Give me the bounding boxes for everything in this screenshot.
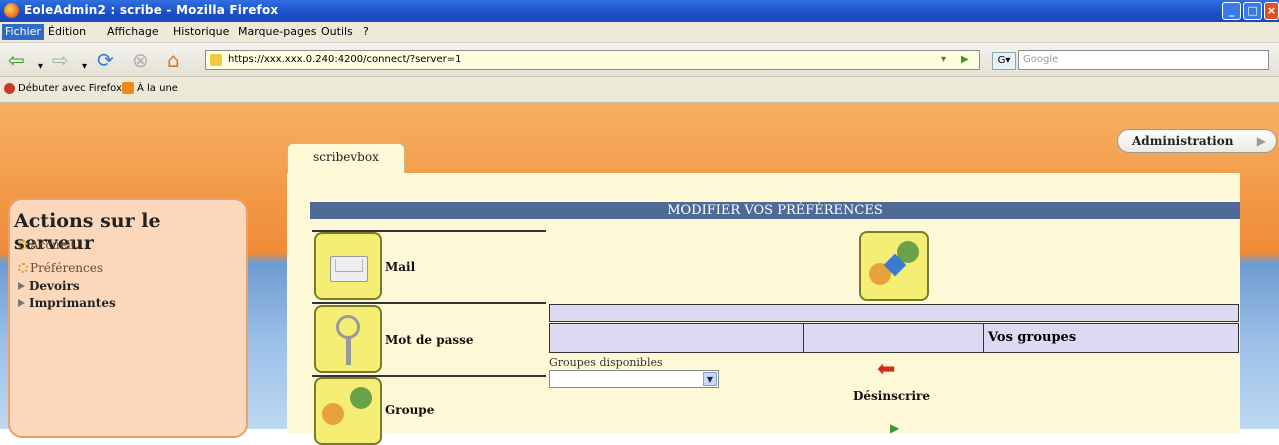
search-placeholder: Google (1023, 54, 1059, 65)
tab-scribevbox[interactable]: scribevbox (287, 143, 405, 173)
administration-button[interactable]: Administration ▶ (1117, 129, 1277, 153)
chevron-down-icon: ▼ (703, 372, 717, 386)
group-large-icon (859, 231, 929, 301)
group-label[interactable]: Groupe (385, 403, 434, 417)
menu-historique[interactable]: Historique (173, 25, 229, 38)
rss-icon (122, 82, 134, 94)
maximize-button[interactable]: □ (1243, 2, 1262, 20)
menu-help[interactable]: ? (363, 25, 369, 38)
administration-label: Administration (1132, 134, 1234, 148)
window-title: EoleAdmin2 : scribe - Mozilla Firefox (24, 3, 279, 17)
bookmark-debuter[interactable]: Débuter avec Firefox (18, 83, 122, 94)
chevron-right-icon: ▶ (1256, 134, 1266, 148)
mail-button[interactable] (314, 232, 382, 300)
table-cell (550, 324, 804, 352)
firefox-logo-icon (4, 3, 19, 18)
window-titlebar: EoleAdmin2 : scribe - Mozilla Firefox _ … (0, 0, 1279, 22)
menu-marque-pages[interactable]: Marque-pages (238, 25, 316, 38)
bookmark-a-la-une[interactable]: À la une (137, 83, 178, 94)
menu-bar: Fichier Édition Affichage Historique Mar… (0, 22, 1279, 43)
bookmarks-toolbar: Débuter avec Firefox À la une (0, 77, 1279, 103)
menu-edition[interactable]: Édition (48, 25, 86, 38)
close-button[interactable]: × (1264, 2, 1279, 20)
nav-devoirs[interactable]: Devoirs (18, 279, 80, 293)
password-button[interactable] (314, 305, 382, 373)
minimize-button[interactable]: _ (1222, 2, 1241, 20)
page-content: Administration ▶ Actions sur le serveur … (0, 103, 1279, 445)
vos-groupes-header: Vos groupes (988, 330, 1077, 345)
mail-label[interactable]: Mail (385, 260, 415, 274)
nav-preferences-label: Préférences (30, 261, 104, 275)
back-dropdown-icon[interactable]: ▾ (38, 56, 43, 78)
menu-fichier[interactable]: Fichier (2, 24, 44, 40)
keys-icon (336, 315, 360, 339)
search-input[interactable]: Google (1018, 50, 1269, 70)
server-actions-panel: Actions sur le serveur Accueil Préférenc… (8, 198, 248, 438)
url-dropdown-icon[interactable]: ▾ (941, 51, 946, 69)
divider (312, 302, 546, 304)
bookmark-firefox-icon (4, 83, 15, 94)
forward-dropdown-icon[interactable]: ▾ (82, 56, 87, 78)
expand-icon (18, 299, 25, 307)
nav-devoirs-label: Devoirs (29, 279, 80, 293)
nav-accueil-label: Accueil (30, 238, 75, 252)
envelope-icon (330, 256, 368, 282)
menu-affichage[interactable]: Affichage (107, 25, 159, 38)
groupes-disponibles-label: Groupes disponibles (549, 356, 663, 369)
navigation-toolbar: ⇦ ▾ ⇨ ▾ ⟳ ⊗ ⌂ https://xxx.xxx.0.240:4200… (0, 43, 1279, 77)
menu-outils[interactable]: Outils (321, 25, 353, 38)
url-text: https://xxx.xxx.0.240:4200/connect/?serv… (228, 54, 462, 65)
groups-table-header (549, 304, 1239, 322)
table-cell (804, 324, 984, 352)
url-bar[interactable]: https://xxx.xxx.0.240:4200/connect/?serv… (205, 50, 980, 70)
group-button[interactable] (314, 377, 382, 445)
groups-table-row: Vos groupes (549, 323, 1239, 353)
reload-icon[interactable]: ⟳ (97, 49, 114, 71)
forward-icon[interactable]: ⇨ (52, 49, 69, 71)
expand-icon (18, 282, 25, 290)
desinscrire-label[interactable]: Désinscrire (853, 389, 930, 403)
page-banner: MODIFIER VOS PRÉFÉRENCES (310, 202, 1240, 219)
sun-icon (18, 263, 28, 273)
home-icon[interactable]: ⌂ (167, 49, 180, 71)
nav-preferences[interactable]: Préférences (18, 261, 103, 275)
go-icon[interactable]: ▶ (961, 51, 969, 69)
nav-accueil[interactable]: Accueil (18, 238, 75, 252)
sun-icon (18, 240, 28, 250)
subscribe-arrow-icon[interactable]: ▶ (890, 421, 899, 435)
search-engine-icon[interactable]: G▾ (992, 52, 1016, 70)
unsubscribe-arrow-icon[interactable]: ⬅ (877, 359, 895, 381)
nav-imprimantes-label: Imprimantes (29, 296, 116, 310)
group-icon (322, 403, 344, 425)
content-panel: MODIFIER VOS PRÉFÉRENCES Mail Mot de pas… (287, 173, 1240, 445)
stop-icon[interactable]: ⊗ (132, 49, 149, 71)
site-identity-icon (210, 54, 222, 66)
back-icon[interactable]: ⇦ (8, 49, 25, 71)
password-label[interactable]: Mot de passe (385, 333, 474, 347)
groupes-disponibles-select[interactable]: ▼ (549, 370, 719, 388)
nav-imprimantes[interactable]: Imprimantes (18, 296, 116, 310)
